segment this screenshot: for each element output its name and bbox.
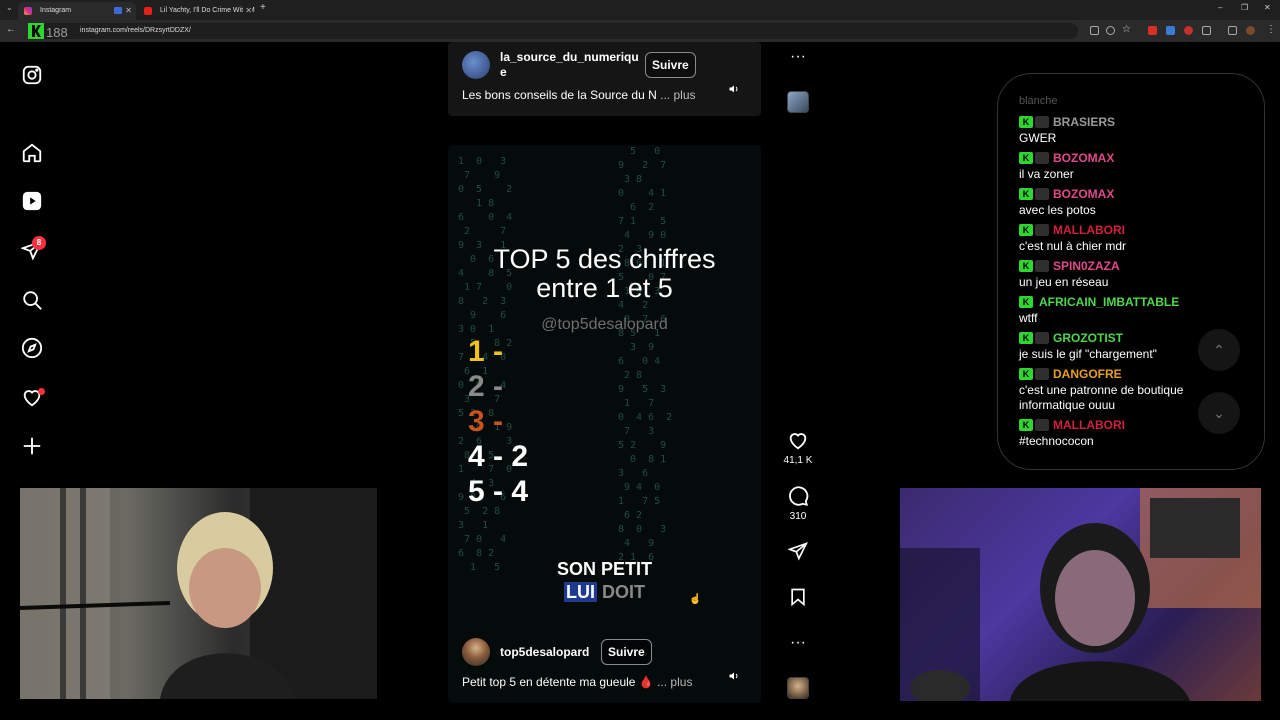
sidebar-icon[interactable] <box>1228 26 1237 35</box>
browser-menu-icon[interactable]: ⋮ <box>1266 24 1276 35</box>
chat-faded-message: blanche <box>1019 95 1058 107</box>
chat-message: c'est une patronne de boutique <box>1019 383 1184 397</box>
create-plus-icon[interactable] <box>20 434 44 458</box>
profile-avatar[interactable] <box>1246 26 1255 35</box>
url-field[interactable]: instagram.com/reels/DRzsyrtDDZX/ <box>28 23 1078 39</box>
audio-thumbnail[interactable] <box>787 91 809 113</box>
webcam-scene <box>900 488 1261 701</box>
bookmark-star-icon[interactable]: ☆ <box>1122 24 1131 35</box>
youtube-favicon-icon <box>144 7 152 15</box>
messages-badge: 8 <box>32 236 46 250</box>
chat-message: #technococon <box>1019 434 1094 448</box>
streamer-webcam-left <box>20 488 377 699</box>
tab-search-button[interactable]: ⌄ <box>6 3 13 12</box>
notification-dot <box>38 388 45 395</box>
chat-message: je suis le gif "chargement" <box>1019 347 1157 361</box>
share-icon[interactable] <box>786 541 810 561</box>
matrix-background: 5 0 9 2 7 3 8 0 4 1 6 2 7 1 5 4 9 0 2 3 … <box>618 146 673 563</box>
chat-username: K BRASIERS <box>1019 115 1115 129</box>
chat-message: un jeu en réseau <box>1019 275 1109 289</box>
reel-username[interactable]: la_source_du_numeriqu e <box>500 50 639 80</box>
extension-icon[interactable] <box>1184 26 1193 35</box>
comment-icon[interactable] <box>786 485 810 507</box>
mouse-cursor-icon: ☝ <box>689 594 702 605</box>
more-options-icon[interactable]: ··· <box>786 634 810 652</box>
volume-icon[interactable] <box>725 80 743 98</box>
chat-username: K SPIN0ZAZA <box>1019 259 1120 273</box>
chat-message: wtff <box>1019 311 1038 325</box>
tab-title: Lil Yachty, I'll Do Crime With M <box>160 7 255 14</box>
chat-message: c'est nul à chier mdr <box>1019 239 1126 253</box>
tab-group-icon <box>114 7 122 14</box>
new-tab-button[interactable]: + <box>260 2 266 13</box>
reel-card-previous[interactable]: la_source_du_numeriqu e Suivre Les bons … <box>448 42 761 116</box>
close-window-button[interactable]: ✕ <box>1264 3 1271 12</box>
rank-2: 2 - <box>468 370 504 403</box>
rank-4: 4 - 2 <box>468 440 529 473</box>
like-count: 41,1 K <box>783 455 813 466</box>
follow-button[interactable]: Suivre <box>601 639 652 665</box>
avatar[interactable] <box>462 51 490 79</box>
tab-instagram[interactable]: Instagram ✕ <box>18 2 136 20</box>
avatar[interactable] <box>462 638 490 666</box>
restore-button[interactable]: ❐ <box>1241 3 1248 12</box>
reel-watermark-handle: @top5desalopard <box>541 316 668 333</box>
close-tab-icon[interactable]: ✕ <box>125 2 132 20</box>
save-bookmark-icon[interactable] <box>786 587 810 607</box>
chat-username: K DANGOFRE <box>1019 367 1122 381</box>
reels-icon[interactable] <box>20 189 44 213</box>
reel-subtitle: SON PETIT LUI DOIT <box>556 559 652 602</box>
reel-caption[interactable]: Petit top 5 en détente ma gueule 🩸 ... p… <box>462 675 692 689</box>
instagram-logo-icon[interactable] <box>20 63 44 87</box>
kick-overlay-logo: 188 <box>28 23 68 40</box>
streamer-webcam-right <box>900 488 1261 701</box>
reel-title: TOP 5 des chiffres entre 1 et 5 <box>493 244 716 303</box>
chat-username: K MALLABORI <box>1019 223 1125 237</box>
rank-1: 1 - <box>468 335 504 368</box>
svg-text:188: 188 <box>46 25 68 40</box>
minimize-button[interactable]: – <box>1218 3 1222 12</box>
follow-button[interactable]: Suivre <box>645 52 696 78</box>
chat-username: K BOZOMAX <box>1019 187 1114 201</box>
extensions-puzzle-icon[interactable] <box>1202 26 1211 35</box>
extension-icon[interactable] <box>1148 26 1157 35</box>
more-options-icon[interactable]: ··· <box>786 48 810 66</box>
back-arrow-icon[interactable]: ← <box>6 24 16 35</box>
comment-count: 310 <box>789 511 807 522</box>
chat-message: GWER <box>1019 131 1057 145</box>
reel-card-current[interactable]: 1 0 3 7 9 0 5 2 1 8 6 0 4 2 7 9 3 1 0 6 … <box>448 145 761 703</box>
reel-username[interactable]: top5desalopard <box>500 645 589 659</box>
instagram-favicon-icon <box>24 7 32 15</box>
scroll-down-icon[interactable]: ⌄ <box>1198 392 1240 434</box>
scroll-up-icon[interactable]: ⌃ <box>1198 329 1240 371</box>
chat-username: K BOZOMAX <box>1019 151 1114 165</box>
chat-message: avec les potos <box>1019 203 1096 217</box>
volume-icon[interactable] <box>725 667 743 685</box>
like-icon[interactable] <box>786 429 810 451</box>
chat-username: K MALLABORI <box>1019 418 1125 432</box>
extension-icon[interactable] <box>1166 26 1175 35</box>
audio-thumbnail[interactable] <box>787 677 809 699</box>
rank-3: 3 - <box>468 405 504 438</box>
close-tab-icon[interactable]: ✕ <box>243 2 252 20</box>
home-icon[interactable] <box>20 141 44 165</box>
screencast-icon[interactable] <box>1090 26 1099 35</box>
tab-title: Instagram <box>40 7 72 14</box>
reel-caption[interactable]: Les bons conseils de la Source du N ... … <box>462 88 696 102</box>
rank-5: 5 - 4 <box>468 475 529 508</box>
chat-message: informatique ouuu <box>1019 398 1116 412</box>
zoom-icon[interactable] <box>1106 26 1115 35</box>
webcam-scene <box>20 488 377 699</box>
search-icon[interactable] <box>20 288 44 312</box>
chat-message: il va zoner <box>1019 167 1074 181</box>
chat-username: K AFRICAIN_IMBATTABLE <box>1019 295 1179 309</box>
explore-icon[interactable] <box>20 336 44 360</box>
tab-youtube[interactable]: Lil Yachty, I'll Do Crime With M ✕ <box>138 2 256 20</box>
chat-username: K GROZOTIST <box>1019 331 1123 345</box>
